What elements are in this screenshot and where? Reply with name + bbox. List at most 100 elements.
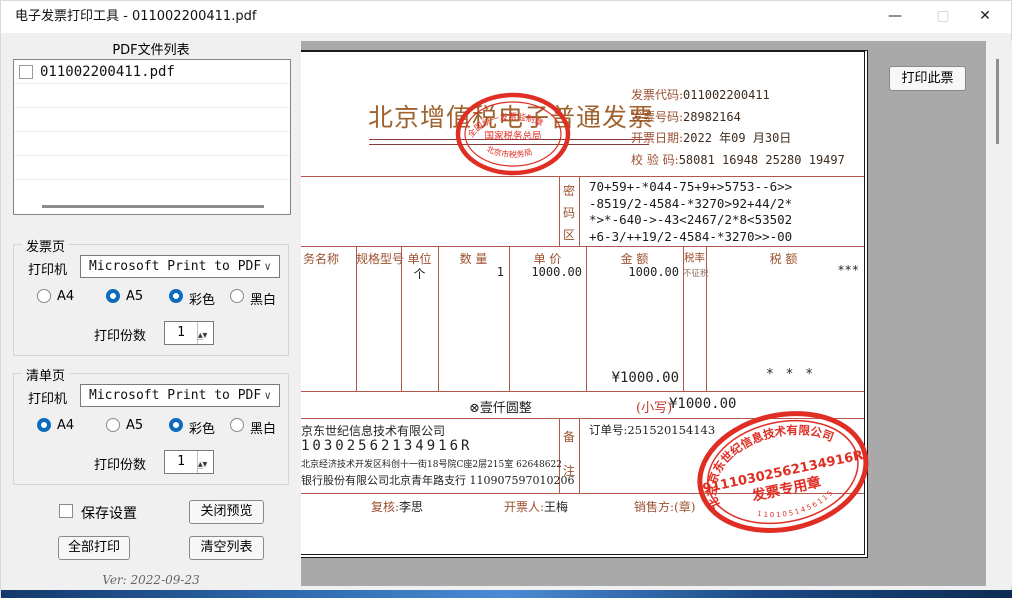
preview-pane: 北京增值税电子普通发票 全国统一发票监制章 国家税务总局 北京市税务局 发票代码… xyxy=(301,41,986,586)
list-item-empty xyxy=(14,132,290,156)
radio-a4-label[interactable]: A4 xyxy=(57,418,74,433)
radio-color[interactable] xyxy=(169,418,183,432)
radio-a5[interactable] xyxy=(106,289,120,303)
radio-bw-label[interactable]: 黑白 xyxy=(250,289,276,308)
copies-value[interactable]: 1 xyxy=(165,451,197,473)
grid-hline xyxy=(301,391,864,392)
scrollbar-thumb[interactable] xyxy=(996,59,999,144)
password-area-char: 区 xyxy=(561,226,577,243)
reviewer-name: 李思 xyxy=(399,500,423,514)
radio-a5-label[interactable]: A5 xyxy=(126,289,143,304)
total-amount: ¥1000.00 xyxy=(586,370,679,386)
paper-color-options: A4 A5 彩色 黑白 xyxy=(14,289,290,305)
reviewer-label: 复核: xyxy=(371,500,399,514)
print-this-button[interactable]: 打印此票 xyxy=(889,66,966,91)
minimize-button[interactable]: — xyxy=(875,1,915,33)
seller-company-stamp: 北京京东世纪信息技术有限公司 91110302562134916R 发票专用章 … xyxy=(682,393,884,553)
version-label: Ver: 2022-09-23 xyxy=(1,573,301,587)
radio-a5-label[interactable]: A5 xyxy=(126,418,143,433)
grid-vline xyxy=(579,176,580,246)
file-name: 011002200411.pdf xyxy=(40,64,175,80)
radio-a4[interactable] xyxy=(37,289,51,303)
circle-x-icon: ⊗ xyxy=(469,401,480,416)
copies-stepper[interactable]: 1 ▲▼ xyxy=(164,321,214,345)
app-window: 电子发票打印工具 - 011002200411.pdf — ▢ ✕ PDF文件列… xyxy=(0,0,1012,597)
stepper-down-icon[interactable]: ▼ xyxy=(203,461,208,468)
radio-bw[interactable] xyxy=(230,418,244,432)
radio-color-label[interactable]: 彩色 xyxy=(189,418,215,437)
password-area-char: 码 xyxy=(561,204,577,221)
code-value: 011002200411 xyxy=(683,88,770,102)
close-preview-button[interactable]: 关闭预览 xyxy=(189,500,264,524)
radio-bw[interactable] xyxy=(230,289,244,303)
number-value: 28982164 xyxy=(683,110,741,124)
remark-label-char: 备 xyxy=(561,428,577,445)
save-settings-checkbox[interactable] xyxy=(59,504,73,518)
radio-a5[interactable] xyxy=(106,418,120,432)
stepper-down-icon[interactable]: ▼ xyxy=(203,332,208,339)
list-horizontal-scrollbar[interactable] xyxy=(42,205,264,208)
printer-label: 打印机 xyxy=(28,388,67,407)
list-item-empty xyxy=(14,108,290,132)
seller-name: 京东世纪信息技术有限公司 xyxy=(301,422,445,439)
cell-price: 1000.00 xyxy=(509,265,582,279)
copies-label: 打印份数 xyxy=(94,325,146,344)
stepper-up-icon[interactable]: ▲ xyxy=(198,461,203,469)
number-label: 发票号码: xyxy=(631,110,683,124)
stamp-arc-bottom: 北京市税务局 xyxy=(485,144,533,159)
copies-stepper[interactable]: 1 ▲▼ xyxy=(164,450,214,474)
grid-vline xyxy=(559,176,560,246)
stepper-up-icon[interactable]: ▲ xyxy=(198,332,203,340)
checksum-label: 校 验 码: xyxy=(631,153,679,167)
radio-a4-label[interactable]: A4 xyxy=(57,289,74,304)
list-item-empty xyxy=(14,156,290,180)
print-all-button[interactable]: 全部打印 xyxy=(58,536,130,560)
col-header-spec: 规格型号 xyxy=(356,250,401,267)
close-button[interactable]: ✕ xyxy=(965,1,1005,33)
printer-select[interactable]: Microsoft Print to PDF ∨ xyxy=(80,255,280,278)
seller-sign-label: 销售方:(章) xyxy=(634,498,695,515)
printer-select[interactable]: Microsoft Print to PDF ∨ xyxy=(80,384,280,407)
radio-color-label[interactable]: 彩色 xyxy=(189,289,215,308)
copies-value[interactable]: 1 xyxy=(165,322,197,344)
group-title: 发票页 xyxy=(22,236,69,255)
copies-label: 打印份数 xyxy=(94,454,146,473)
clear-list-button[interactable]: 清空列表 xyxy=(189,536,264,560)
cell-tax: *** xyxy=(706,263,859,277)
seller-address: 北京经济技术开发区科创十一街18号院C座2层215室 62648622 xyxy=(301,457,562,470)
save-settings-label[interactable]: 保存设置 xyxy=(81,503,137,523)
group-title: 清单页 xyxy=(22,365,69,384)
invoice-page-group: 发票页 打印机 Microsoft Print to PDF ∨ A4 A5 彩… xyxy=(13,244,289,356)
issuer-label: 开票人: xyxy=(504,500,544,514)
total-tax: * * * xyxy=(766,367,815,382)
list-item-empty xyxy=(14,84,290,108)
radio-color[interactable] xyxy=(169,289,183,303)
pdf-list-title: PDF文件列表 xyxy=(1,39,301,58)
title-bar: 电子发票打印工具 - 011002200411.pdf — ▢ ✕ xyxy=(1,1,1011,33)
grid-hline xyxy=(301,176,864,177)
small-amount-value: ¥1000.00 xyxy=(669,396,736,412)
radio-bw-label[interactable]: 黑白 xyxy=(250,418,276,437)
amount-in-words: 壹仟圆整 xyxy=(480,401,532,416)
vertical-scrollbar[interactable] xyxy=(986,41,1012,586)
printer-selected-value: Microsoft Print to PDF xyxy=(89,259,261,274)
paper-color-options: A4 A5 彩色 黑白 xyxy=(14,418,290,434)
remark-label-char: 注 xyxy=(561,462,577,479)
window-title: 电子发票打印工具 - 011002200411.pdf xyxy=(15,1,256,33)
seller-bank: 银行股份有限公司北京青年路支行 110907597010206 xyxy=(301,472,574,488)
cell-unit: 个 xyxy=(401,265,438,282)
list-item[interactable]: 011002200411.pdf xyxy=(14,60,290,84)
small-amount-label: (小写) xyxy=(636,397,672,416)
password-area-char: 密 xyxy=(561,182,577,199)
grid-vline xyxy=(356,246,357,391)
maximize-button[interactable]: ▢ xyxy=(923,1,963,33)
pdf-file-list[interactable]: 011002200411.pdf xyxy=(13,59,291,215)
radio-a4[interactable] xyxy=(37,418,51,432)
checksum-value: 58081 16948 25280 19497 xyxy=(679,153,845,167)
seller-tax-no: 10302562134916R xyxy=(301,438,472,454)
tax-authority-stamp: 全国统一发票监制章 国家税务总局 北京市税务局 xyxy=(453,90,573,178)
file-checkbox[interactable] xyxy=(19,65,33,79)
control-panel: PDF文件列表 011002200411.pdf 发票页 打印机 Microso… xyxy=(1,33,301,591)
col-header-name: 务名称 xyxy=(303,250,339,267)
invoice-page: 北京增值税电子普通发票 全国统一发票监制章 国家税务总局 北京市税务局 发票代码… xyxy=(301,50,868,558)
